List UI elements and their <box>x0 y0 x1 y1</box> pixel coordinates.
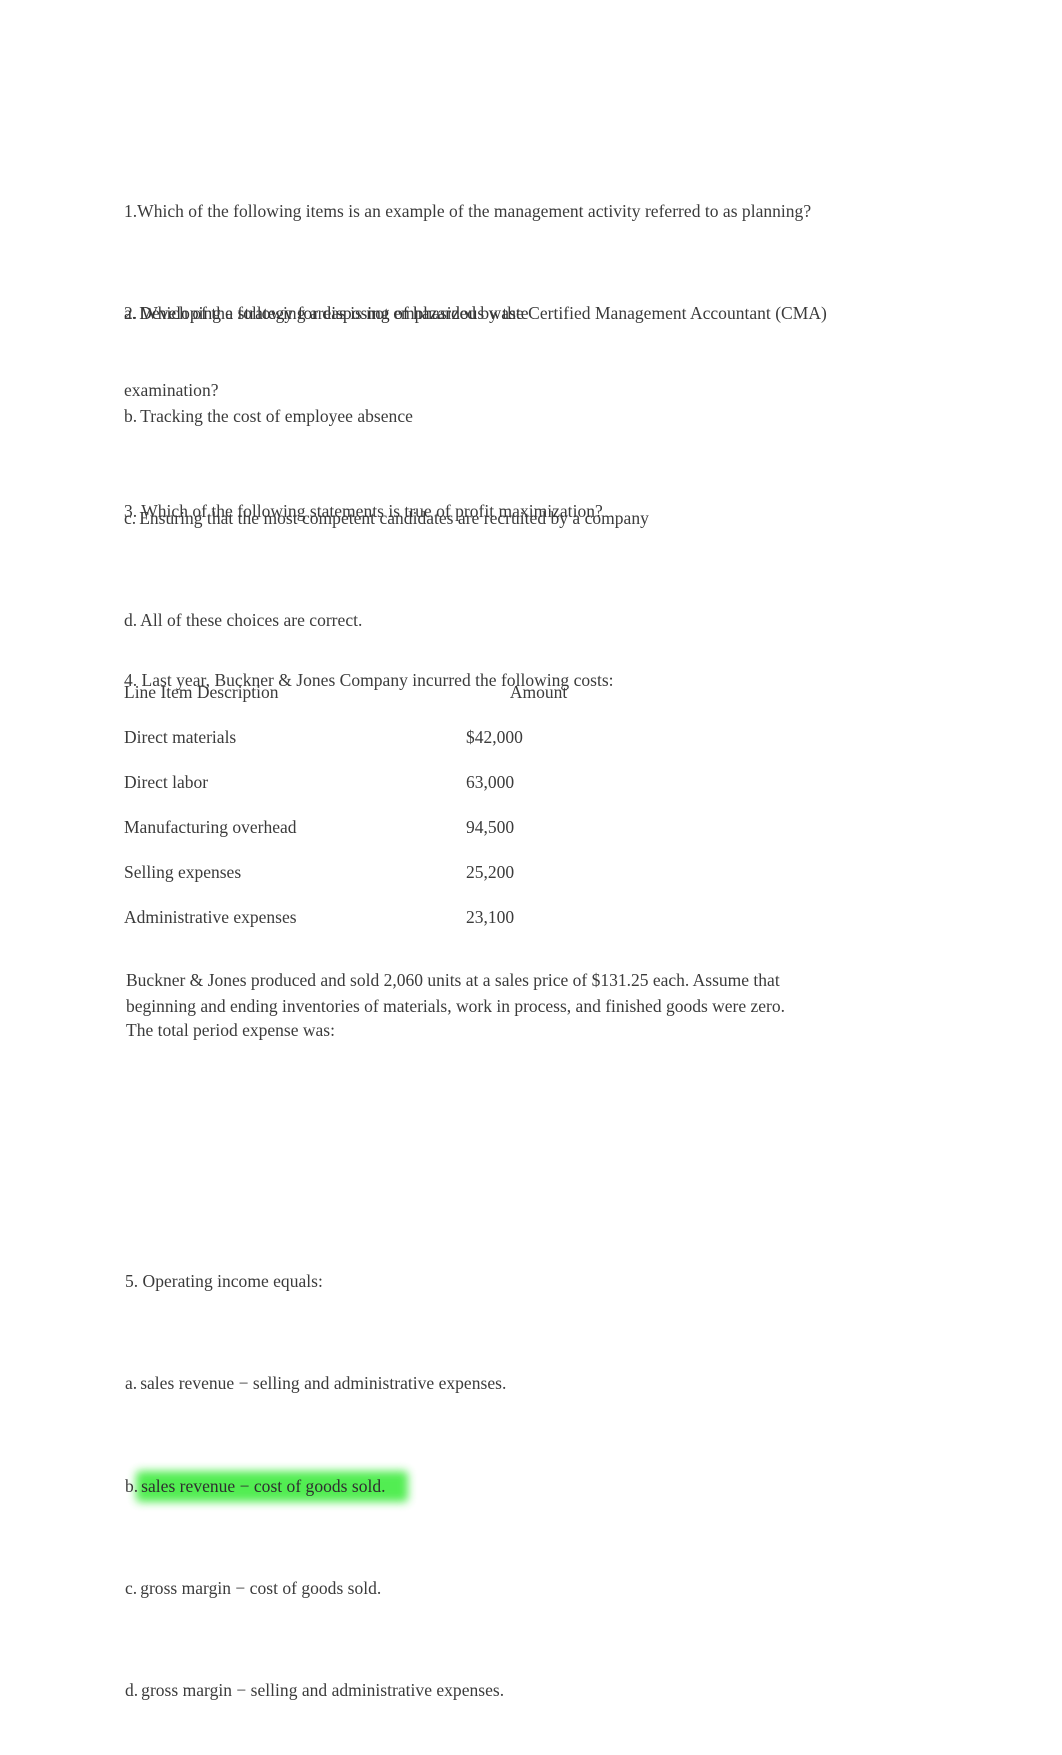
cost-table-cell-amount: $42,000 <box>466 727 523 747</box>
cost-table-cell-description: Manufacturing overhead <box>124 817 297 837</box>
cost-table-header-description: Line Item Description <box>124 682 279 702</box>
question-3-group: 3. Which of the following statements is … <box>124 448 904 576</box>
question-5-option-c[interactable]: c. gross margin − cost of goods sold. <box>125 1576 905 1602</box>
question-4-paragraph-line-2: beginning and ending inventories of mate… <box>126 995 785 1016</box>
table-row: Manufacturing overhead 94,500 <box>124 816 626 861</box>
question-2-group: 2. Which of the following areas is not e… <box>124 250 904 455</box>
question-3-prompt: 3. Which of the following statements is … <box>124 501 603 522</box>
question-5-option-a[interactable]: a. sales revenue − selling and administr… <box>125 1371 905 1397</box>
cost-table-header-amount: Amount <box>509 682 568 702</box>
document-page: 1.Which of the following items is an exa… <box>0 0 1062 1700</box>
question-5-option-c-marker: c. <box>125 1577 138 1598</box>
question-5-option-a-text: sales revenue − selling and administrati… <box>140 1373 507 1394</box>
question-5-option-b[interactable]: b. sales revenue − cost of goods sold. <box>125 1474 905 1500</box>
cost-table-cell-description: Direct labor <box>124 772 209 792</box>
cost-table: Line Item Description Amount Direct mate… <box>124 681 626 951</box>
cost-table-cell-description: Selling expenses <box>124 862 242 882</box>
cost-table-cell-amount: 23,100 <box>466 907 515 927</box>
question-5-option-b-text: sales revenue − cost of goods sold. <box>141 1474 385 1500</box>
cost-table-cell-amount: 94,500 <box>466 817 515 837</box>
question-5-option-d[interactable]: d. gross margin − selling and administra… <box>125 1678 905 1704</box>
table-row: Administrative expenses 23,100 <box>124 906 626 951</box>
question-1-prompt: 1.Which of the following items is an exa… <box>124 200 812 221</box>
cost-table-cell-amount: 63,000 <box>466 772 515 792</box>
question-2-prompt-line-2: examination? <box>124 379 219 400</box>
question-4-assumption-paragraph: Buckner & Jones produced and sold 2,060 … <box>126 968 826 1019</box>
question-4-paragraph-line-3: The total period expense was: <box>126 1020 335 1040</box>
question-4-final-question: The total period expense was: <box>126 1018 826 1044</box>
question-5-option-b-marker: b. <box>125 1475 139 1496</box>
question-5-option-d-text: gross margin − selling and administrativ… <box>141 1680 505 1701</box>
cost-table-cell-description: Administrative expenses <box>124 907 297 927</box>
cost-table-header-row: Line Item Description Amount <box>124 681 626 726</box>
table-row: Direct materials $42,000 <box>124 726 626 771</box>
question-4-paragraph-line-1: Buckner & Jones produced and sold 2,060 … <box>126 970 780 990</box>
question-5-group: 5. Operating income equals: a. sales rev… <box>125 1192 905 1755</box>
question-5-option-a-marker: a. <box>125 1373 138 1394</box>
table-row: Selling expenses 25,200 <box>124 861 626 906</box>
question-5-prompt: 5. Operating income equals: <box>125 1270 323 1291</box>
cost-table-cell-amount: 25,200 <box>466 862 515 882</box>
cost-table-cell-description: Direct materials <box>124 727 237 747</box>
question-5-option-d-marker: d. <box>125 1680 139 1701</box>
question-2-prompt-line-1: 2. Which of the following areas is not e… <box>124 303 827 324</box>
question-5-option-c-text: gross margin − cost of goods sold. <box>140 1577 382 1598</box>
table-row: Direct labor 63,000 <box>124 771 626 816</box>
